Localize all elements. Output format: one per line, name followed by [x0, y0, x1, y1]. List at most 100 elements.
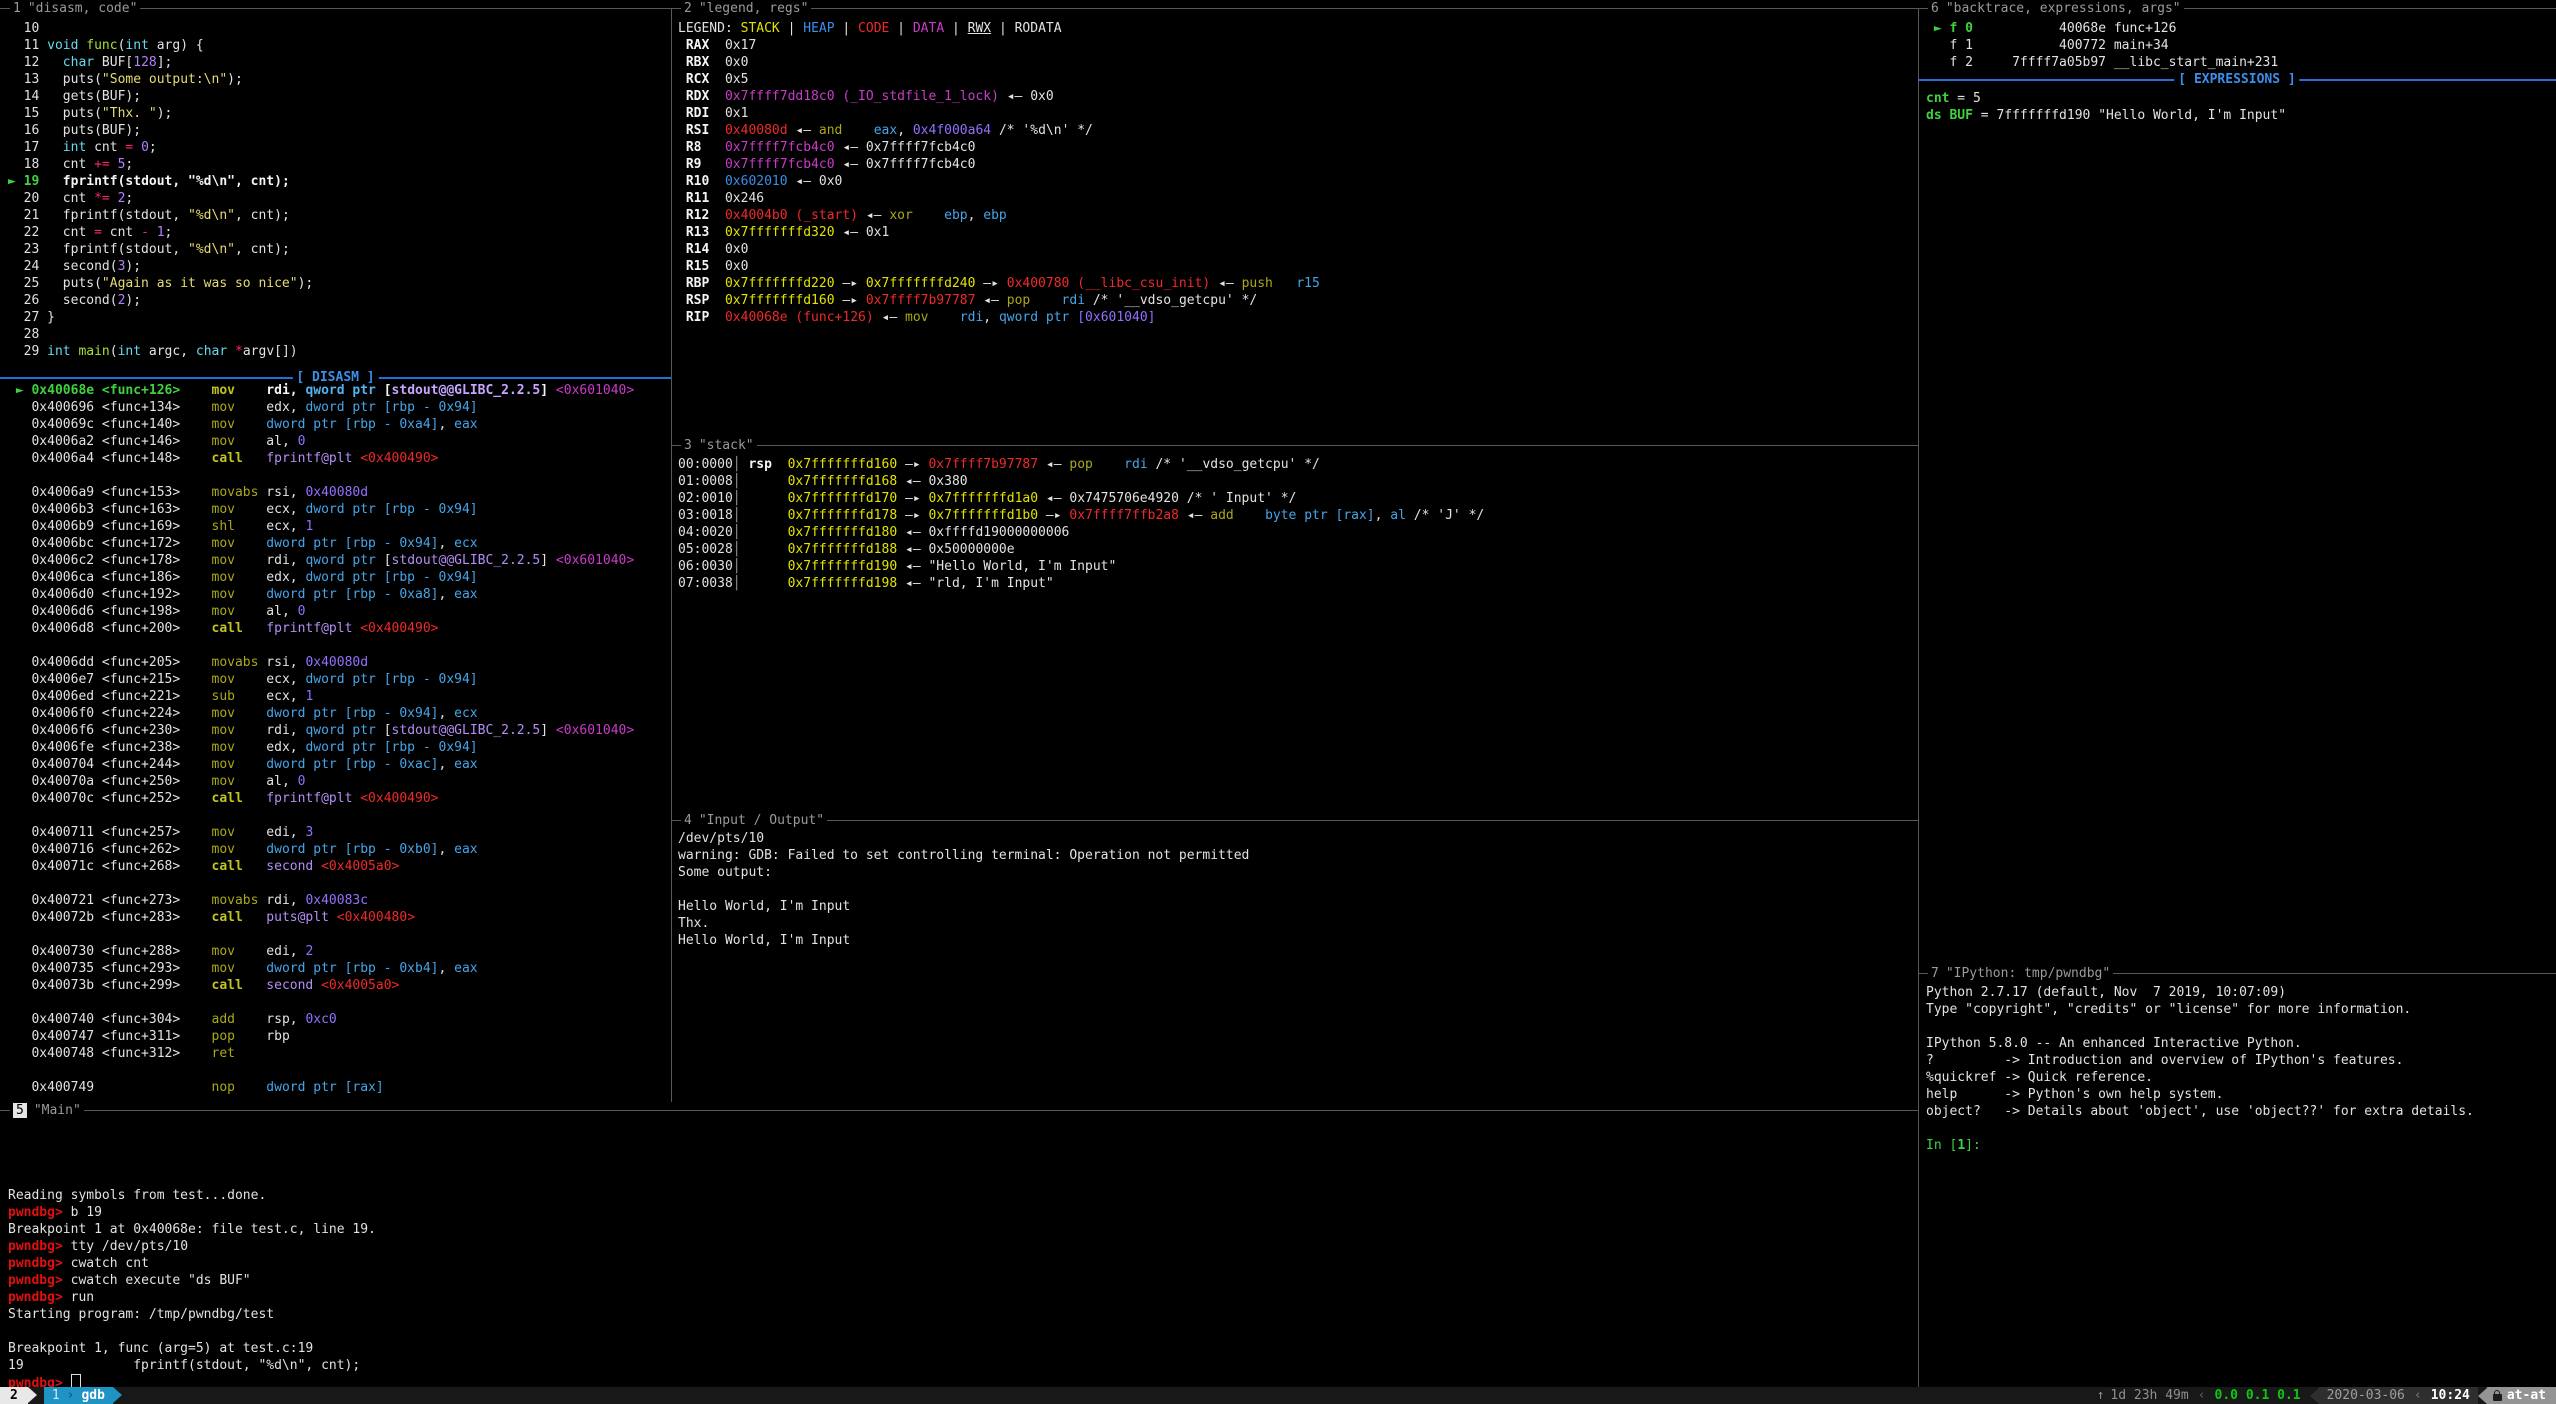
terminal-line: ► 19 fprintf(stdout, "%d\n", cnt);: [8, 173, 668, 190]
powerline-arrow-icon: [28, 1387, 37, 1403]
pane-title: "backtrace, expressions, args": [1946, 1, 2181, 16]
pane-number: 2: [684, 1, 692, 16]
terminal-line: [8, 1323, 1908, 1340]
pane-number: 3: [684, 438, 692, 453]
terminal-line: warning: GDB: Failed to set controlling …: [678, 847, 1914, 864]
terminal-line: 06:0030│ 0x7fffffffd190 ◂— "Hello World,…: [678, 558, 1914, 575]
terminal-line: R11 0x246: [678, 190, 1914, 207]
terminal-line: 0x4006fe <func+238> mov edx, dword ptr […: [8, 739, 668, 756]
terminal-line: Breakpoint 1 at 0x40068e: file test.c, l…: [8, 1221, 1908, 1238]
terminal-line: 0x4006dd <func+205> movabs rsi, 0x40080d: [8, 654, 668, 671]
terminal-line: 03:0018│ 0x7fffffffd178 —▸ 0x7fffffffd1b…: [678, 507, 1914, 524]
window-index: 1: [52, 1387, 60, 1404]
terminal-line: Some output:: [678, 864, 1914, 881]
terminal-line: [8, 807, 668, 824]
terminal-line: [8, 1136, 1908, 1153]
pane-number: 7: [1931, 966, 1939, 981]
terminal-line: 12 char BUF[128];: [8, 54, 668, 71]
terminal-line: 0x4006a9 <func+153> movabs rsi, 0x40080d: [8, 484, 668, 501]
terminal-line: R14 0x0: [678, 241, 1914, 258]
terminal-line: 0x4006d0 <func+192> mov dword ptr [rbp -…: [8, 586, 668, 603]
terminal-line: Thx.: [678, 915, 1914, 932]
terminal-line: 18 cnt += 5;: [8, 156, 668, 173]
terminal-line: Reading symbols from test...done.: [8, 1187, 1908, 1204]
pane-header-main: 5"Main": [0, 1102, 1918, 1119]
terminal-line: 00:0000│ rsp 0x7fffffffd160 —▸ 0x7ffff7b…: [678, 456, 1914, 473]
terminal-line: pwndbg> b 19: [8, 1204, 1908, 1221]
terminal-line: 0x40070a <func+250> mov al, 0: [8, 773, 668, 790]
terminal-line: IPython 5.8.0 -- An enhanced Interactive…: [1926, 1035, 2552, 1052]
pane-title: "disasm, code": [28, 1, 138, 16]
terminal-line: Hello World, I'm Input: [678, 932, 1914, 949]
terminal-line: R15 0x0: [678, 258, 1914, 275]
terminal-line: RAX 0x17: [678, 37, 1914, 54]
terminal-line: 05:0028│ 0x7fffffffd188 ◂— 0x50000000e: [678, 541, 1914, 558]
uptime-text: 1d 23h 49m: [2110, 1387, 2188, 1404]
terminal-line: [8, 467, 668, 484]
expressions-section-label: [ EXPRESSIONS ]: [2174, 71, 2299, 88]
session-badge[interactable]: 2: [0, 1387, 28, 1404]
terminal-line: RIP 0x40068e (func+126) ◂— mov rdi, qwor…: [678, 309, 1914, 326]
terminal-line: 29 int main(int argc, char *argv[]): [8, 343, 668, 360]
program-io-view[interactable]: /dev/pts/10warning: GDB: Failed to set c…: [678, 830, 1914, 949]
pane-border-vertical-left[interactable]: [671, 8, 672, 1102]
terminal-line: 0x400748 <func+312> ret: [8, 1045, 668, 1062]
ipython-console[interactable]: Python 2.7.17 (default, Nov 7 2019, 10:0…: [1926, 984, 2552, 1154]
pane-number: 6: [1931, 1, 1939, 16]
terminal-line: 25 puts("Again as it was so nice");: [8, 275, 668, 292]
terminal-line: 26 second(2);: [8, 292, 668, 309]
terminal-line: 0x4006ca <func+186> mov edx, dword ptr […: [8, 569, 668, 586]
terminal-line: 0x4006d8 <func+200> call fprintf@plt <0x…: [8, 620, 668, 637]
terminal-line: 0x4006f6 <func+230> mov rdi, qword ptr […: [8, 722, 668, 739]
terminal-line: 0x400716 <func+262> mov dword ptr [rbp -…: [8, 841, 668, 858]
terminal-line: f 2 7ffff7a05b97 __libc_start_main+231: [1926, 54, 2552, 71]
chevron-right-icon: ›: [60, 1387, 82, 1404]
terminal-line: pwndbg> tty /dev/pts/10: [8, 1238, 1908, 1255]
terminal-line: /dev/pts/10: [678, 830, 1914, 847]
terminal-line: R12 0x4004b0 (_start) ◂— xor ebp, ebp: [678, 207, 1914, 224]
terminal-line: 11 void func(int arg) {: [8, 37, 668, 54]
terminal-line: RDI 0x1: [678, 105, 1914, 122]
terminal-line: 0x4006c2 <func+178> mov rdi, qword ptr […: [8, 552, 668, 569]
terminal-line: 0x400740 <func+304> add rsp, 0xc0: [8, 1011, 668, 1028]
terminal-line: pwndbg> cwatch cnt: [8, 1255, 1908, 1272]
pane-number: 1: [13, 1, 21, 16]
terminal-line: 0x4006bc <func+172> mov dword ptr [rbp -…: [8, 535, 668, 552]
window-tab-gdb[interactable]: 1 › gdb: [44, 1387, 113, 1404]
terminal-line: R13 0x7fffffffd320 ◂— 0x1: [678, 224, 1914, 241]
terminal-line: object? -> Details about 'object', use '…: [1926, 1103, 2552, 1120]
disassembly-view[interactable]: ► 0x40068e <func+126> mov rdi, qword ptr…: [8, 382, 668, 1096]
terminal-line: 15 puts("Thx. ");: [8, 105, 668, 122]
source-code-view[interactable]: 10 11 void func(int arg) { 12 char BUF[1…: [8, 20, 668, 360]
terminal-line: Starting program: /tmp/pwndbg/test: [8, 1306, 1908, 1323]
lock-icon: [2493, 1394, 2502, 1401]
pane-header-backtrace: 6 "backtrace, expressions, args": [1918, 0, 2556, 17]
terminal-line: [678, 881, 1914, 898]
powerline-arrow-icon: [2478, 1388, 2487, 1404]
terminal-line: 0x4006b3 <func+163> mov ecx, dword ptr […: [8, 501, 668, 518]
status-bar: 2 1 › gdb ↑ 1d 23h 49m ‹ 0.0 0.1 0.1 202…: [0, 1387, 2556, 1404]
hostname-text: at-at: [2507, 1387, 2546, 1404]
stack-view[interactable]: 00:0000│ rsp 0x7fffffffd160 —▸ 0x7ffff7b…: [678, 456, 1914, 592]
terminal-line: RBP 0x7fffffffd220 —▸ 0x7fffffffd240 —▸ …: [678, 275, 1914, 292]
terminal-line: ds BUF = 7fffffffd190 "Hello World, I'm …: [1926, 107, 2552, 124]
terminal-line: [8, 875, 668, 892]
terminal-line: 21 fprintf(stdout, "%d\n", cnt);: [8, 207, 668, 224]
terminal-line: 0x400730 <func+288> mov edi, 2: [8, 943, 668, 960]
terminal-line: [8, 1062, 668, 1079]
date-text: 2020-03-06: [2327, 1387, 2405, 1404]
terminal-line: 0x400696 <func+134> mov edx, dword ptr […: [8, 399, 668, 416]
registers-view[interactable]: LEGEND: STACK | HEAP | CODE | DATA | RWX…: [678, 20, 1914, 326]
terminal-line: 0x400735 <func+293> mov dword ptr [rbp -…: [8, 960, 668, 977]
expressions-view[interactable]: cnt = 5ds BUF = 7fffffffd190 "Hello Worl…: [1926, 90, 2552, 124]
backtrace-view[interactable]: ► f 0 40068e func+126 f 1 400772 main+34…: [1926, 20, 2552, 71]
uptime-arrow-icon: ↑: [2097, 1387, 2105, 1404]
terminal-line: ? -> Introduction and overview of IPytho…: [1926, 1052, 2552, 1069]
pane-header-io: 4"Input / Output": [671, 812, 1918, 829]
terminal-line: R9 0x7ffff7fcb4c0 ◂— 0x7ffff7fcb4c0: [678, 156, 1914, 173]
pane-border-vertical-right[interactable]: [1918, 8, 1919, 1387]
window-name: gdb: [81, 1387, 104, 1404]
gdb-console[interactable]: Reading symbols from test...done.pwndbg>…: [8, 1119, 1908, 1391]
terminal-line: LEGEND: STACK | HEAP | CODE | DATA | RWX…: [678, 20, 1914, 37]
terminal-line: Python 2.7.17 (default, Nov 7 2019, 10:0…: [1926, 984, 2552, 1001]
